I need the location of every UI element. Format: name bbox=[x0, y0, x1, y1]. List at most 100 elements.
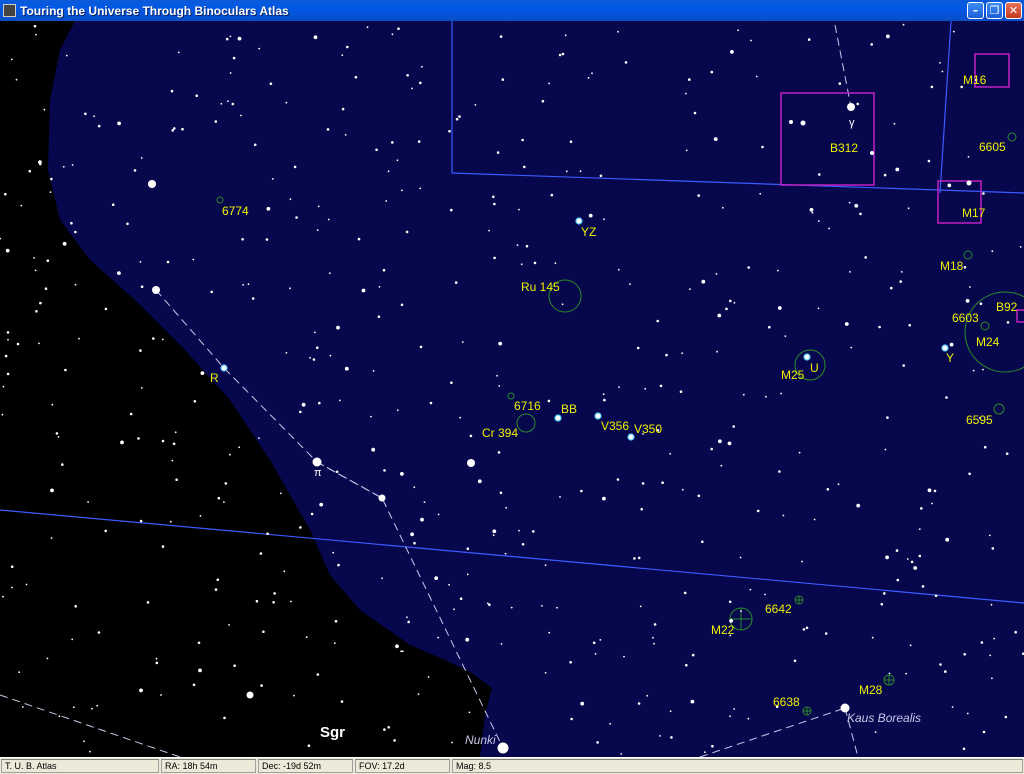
star bbox=[44, 287, 48, 291]
star bbox=[419, 81, 422, 85]
star bbox=[137, 437, 140, 440]
star bbox=[809, 207, 814, 212]
star bbox=[591, 72, 593, 75]
star bbox=[713, 137, 718, 142]
star bbox=[729, 299, 732, 303]
star bbox=[844, 322, 849, 326]
label-b312: B312 bbox=[830, 141, 858, 155]
star bbox=[104, 529, 107, 533]
star bbox=[918, 528, 921, 530]
star bbox=[96, 704, 99, 707]
star bbox=[907, 207, 910, 210]
label-m24: M24 bbox=[976, 335, 1000, 349]
star bbox=[564, 34, 567, 37]
star bbox=[120, 440, 124, 445]
close-button[interactable]: ✕ bbox=[1005, 2, 1022, 19]
star bbox=[50, 177, 53, 181]
star bbox=[11, 586, 13, 589]
star bbox=[371, 447, 376, 452]
title-bar[interactable]: Touring the Universe Through Binoculars … bbox=[0, 0, 1024, 21]
star bbox=[161, 338, 164, 341]
app-icon[interactable] bbox=[3, 4, 16, 17]
star bbox=[46, 259, 50, 263]
star bbox=[375, 148, 378, 152]
star bbox=[659, 735, 661, 737]
star bbox=[729, 715, 731, 718]
star bbox=[111, 203, 115, 206]
star bbox=[273, 592, 276, 595]
star bbox=[927, 488, 932, 493]
star bbox=[329, 354, 332, 357]
star bbox=[888, 672, 891, 675]
star bbox=[991, 547, 995, 550]
star bbox=[761, 145, 764, 149]
star bbox=[594, 653, 597, 655]
star bbox=[396, 159, 399, 162]
star bbox=[307, 744, 311, 747]
star bbox=[461, 341, 464, 343]
star bbox=[733, 708, 736, 710]
label-pi: π bbox=[314, 467, 322, 479]
star bbox=[685, 92, 687, 95]
star bbox=[617, 268, 620, 271]
star bbox=[406, 74, 409, 77]
star bbox=[639, 605, 642, 608]
star bbox=[580, 701, 585, 706]
star bbox=[46, 657, 49, 660]
star bbox=[681, 352, 684, 354]
star bbox=[945, 537, 950, 542]
star bbox=[413, 541, 416, 545]
star bbox=[886, 416, 889, 419]
star bbox=[962, 747, 966, 751]
star bbox=[661, 481, 664, 485]
star bbox=[789, 120, 793, 124]
star bbox=[561, 303, 564, 306]
star bbox=[516, 244, 519, 247]
star bbox=[587, 77, 590, 79]
star bbox=[6, 372, 10, 376]
star bbox=[229, 453, 231, 456]
star bbox=[413, 486, 416, 489]
star bbox=[906, 558, 909, 560]
restore-button[interactable]: ❐ bbox=[986, 2, 1003, 19]
star bbox=[817, 220, 820, 223]
star bbox=[493, 202, 496, 206]
star bbox=[458, 115, 461, 118]
star bbox=[991, 250, 994, 253]
label-kaus-borealis: Kaus Borealis bbox=[847, 711, 921, 725]
star bbox=[765, 395, 767, 398]
star bbox=[313, 35, 318, 40]
star bbox=[637, 556, 641, 560]
star bbox=[2, 595, 4, 598]
star bbox=[688, 78, 691, 81]
minimize-button[interactable]: – bbox=[967, 2, 984, 19]
star bbox=[518, 529, 520, 532]
star bbox=[21, 706, 24, 708]
star bbox=[346, 45, 349, 49]
star bbox=[299, 410, 302, 414]
star bbox=[33, 257, 35, 259]
star bbox=[39, 301, 42, 305]
star bbox=[854, 203, 859, 208]
star bbox=[618, 386, 620, 388]
star bbox=[33, 24, 37, 28]
label-6774: 6774 bbox=[222, 204, 249, 218]
star bbox=[588, 213, 593, 218]
star bbox=[569, 661, 572, 664]
star bbox=[312, 457, 322, 467]
star bbox=[739, 556, 742, 559]
star bbox=[400, 650, 402, 653]
star bbox=[39, 162, 42, 166]
star bbox=[333, 642, 336, 644]
star bbox=[372, 370, 375, 372]
star bbox=[454, 281, 458, 284]
star bbox=[793, 659, 797, 663]
star-map[interactable]: 6774 YZ Ru 145 R 6716 BB Cr 394 V356 V35… bbox=[0, 21, 1024, 757]
star bbox=[129, 412, 133, 416]
star bbox=[969, 286, 971, 288]
star bbox=[727, 441, 732, 446]
star bbox=[466, 547, 470, 550]
star bbox=[710, 70, 714, 74]
star bbox=[214, 588, 218, 591]
star bbox=[312, 358, 316, 361]
